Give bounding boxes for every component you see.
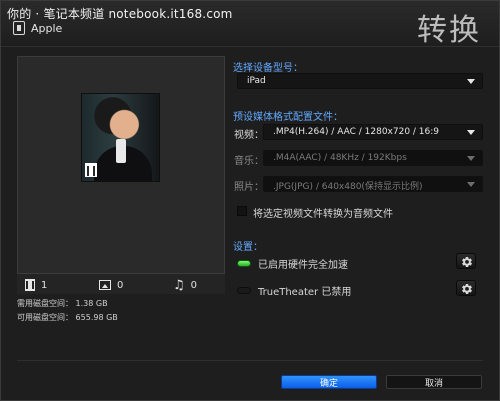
photo-count-value: 0 bbox=[117, 279, 124, 291]
disk-available-value: 655.98 GB bbox=[75, 313, 118, 322]
chevron-down-icon bbox=[467, 182, 475, 187]
hw-accel-row: 已启用硬件完全加速 bbox=[237, 256, 348, 271]
disk-available-label: 可用磁盘空间： bbox=[17, 313, 73, 322]
photo-format-label: 照片： bbox=[234, 182, 264, 193]
trutheater-settings-button[interactable] bbox=[456, 280, 476, 296]
media-counts-bar: 1 0 ♫ 0 bbox=[17, 273, 225, 294]
footer-divider bbox=[17, 360, 483, 361]
video-count-value: 1 bbox=[41, 279, 48, 291]
video-format-label: 视频： bbox=[234, 130, 264, 141]
app-window: 你的 · 笔记本频道 notebook.it168.com Apple 转换 1… bbox=[0, 0, 500, 401]
convert-audio-checkbox[interactable] bbox=[237, 206, 247, 216]
header-divider bbox=[1, 46, 499, 47]
disk-required-row: 需用磁盘空间： 1.38 GB bbox=[17, 297, 118, 311]
cancel-button[interactable]: 取消 bbox=[386, 375, 482, 389]
device-section-title: 选择设备型号： bbox=[233, 63, 303, 74]
video-format-dropdown[interactable]: .MP4(H.264) / AAC / 1280x720 / 16:9 bbox=[263, 124, 483, 140]
status-led-on-icon bbox=[237, 260, 251, 267]
chevron-down-icon bbox=[467, 156, 475, 161]
photo-icon bbox=[99, 280, 111, 290]
disk-required-value: 1.38 GB bbox=[75, 299, 108, 308]
ok-button[interactable]: 确定 bbox=[281, 375, 377, 389]
device-brand-label: Apple bbox=[31, 21, 63, 35]
chevron-down-icon bbox=[467, 79, 475, 84]
trutheater-row: TrueTheater 已禁用 bbox=[237, 283, 351, 298]
video-format-value: .MP4(H.264) / AAC / 1280x720 / 16:9 bbox=[273, 127, 440, 137]
profile-section-title: 预设媒体格式配置文件： bbox=[233, 112, 343, 123]
disk-info: 需用磁盘空间： 1.38 GB 可用磁盘空间： 655.98 GB bbox=[17, 297, 118, 325]
chevron-down-icon bbox=[467, 130, 475, 135]
audio-format-label: 音乐： bbox=[234, 156, 264, 167]
music-icon: ♫ bbox=[173, 277, 185, 293]
trutheater-label: TrueTheater 已禁用 bbox=[258, 287, 352, 298]
preview-panel bbox=[17, 56, 225, 294]
audio-format-dropdown[interactable]: .M4A(AAC) / 48KHz / 192Kbps bbox=[263, 150, 483, 166]
mobile-device-icon bbox=[13, 21, 25, 35]
disk-available-row: 可用磁盘空间： 655.98 GB bbox=[17, 311, 118, 325]
status-led-off-icon bbox=[237, 287, 251, 294]
photo-format-value: .JPG(JPG) / 640x480(保持显示比例) bbox=[273, 182, 423, 192]
gear-icon bbox=[462, 283, 472, 295]
photo-count: 0 bbox=[99, 277, 123, 293]
audio-format-value: .M4A(AAC) / 48KHz / 192Kbps bbox=[273, 153, 407, 163]
music-count: ♫ 0 bbox=[173, 277, 197, 293]
video-count: 1 bbox=[25, 277, 47, 293]
hw-accel-label: 已启用硬件完全加速 bbox=[258, 260, 348, 271]
convert-audio-checkbox-label: 将选定视频文件转换为音频文件 bbox=[253, 209, 393, 220]
music-count-value: 0 bbox=[190, 279, 198, 291]
page-title: 转换 bbox=[417, 13, 481, 48]
film-icon bbox=[85, 163, 97, 177]
video-icon bbox=[25, 279, 35, 291]
disk-required-label: 需用磁盘空间： bbox=[17, 299, 73, 308]
hw-accel-settings-button[interactable] bbox=[456, 253, 476, 269]
settings-section-title: 设置： bbox=[233, 242, 263, 253]
photo-format-dropdown[interactable]: .JPG(JPG) / 640x480(保持显示比例) bbox=[263, 176, 483, 192]
gear-icon bbox=[462, 256, 472, 268]
device-model-dropdown[interactable]: iPad bbox=[237, 73, 483, 89]
video-thumbnail[interactable] bbox=[81, 93, 160, 182]
device-model-value: iPad bbox=[247, 76, 266, 86]
device-header: Apple bbox=[13, 19, 62, 37]
